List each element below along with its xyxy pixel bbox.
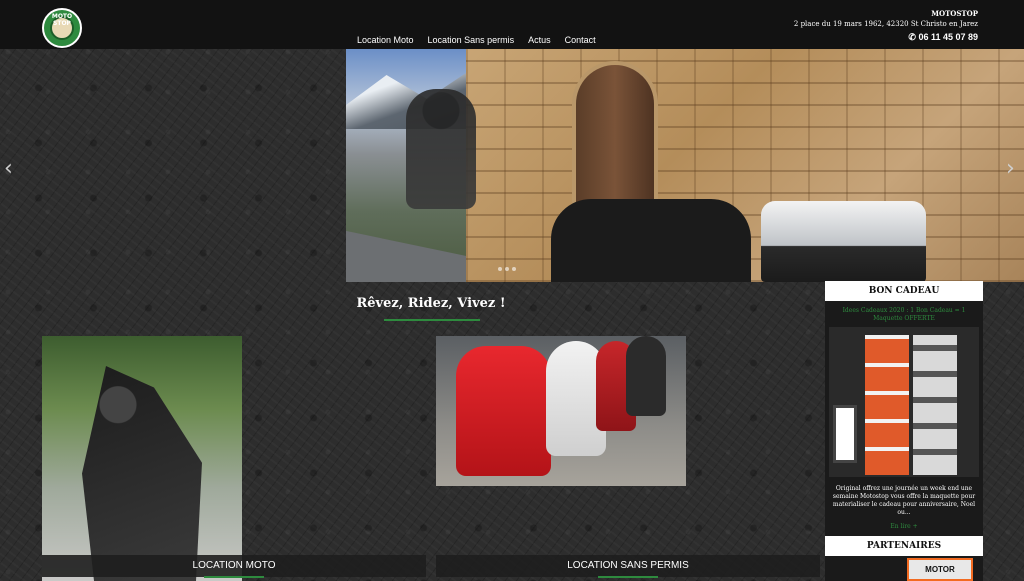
gift-heading: BON CADEAU <box>825 281 983 301</box>
contact-phone[interactable]: ✆ 06 11 45 07 89 <box>794 32 978 43</box>
card-location-moto-image[interactable] <box>42 336 242 581</box>
gift-article-link[interactable]: Idees Cadeaux 2020 : 1 Bon Cadeau = 1 Ma… <box>829 307 979 323</box>
motorcycle-photo <box>82 366 202 581</box>
card-location-sans-permis-image[interactable] <box>436 336 686 486</box>
title-underline <box>384 319 480 321</box>
phone-icon: ✆ <box>908 32 916 42</box>
slide-motorcycle <box>551 199 751 282</box>
phone-number: 06 11 45 07 89 <box>918 32 978 42</box>
slider-next-button[interactable]: › <box>1006 156 1015 181</box>
partner-logo[interactable]: MOTOR <box>907 558 973 581</box>
model-shelf-right <box>913 335 957 475</box>
site-logo[interactable]: MOTO STOP <box>42 8 82 48</box>
red-scooter <box>456 346 551 476</box>
gift-read-more-link[interactable]: En lire + <box>825 523 983 530</box>
slider-dots <box>498 267 516 271</box>
main-nav: Location Moto Location Sans permis Actus… <box>357 35 596 45</box>
slider-prev-button[interactable]: ‹ <box>4 156 13 181</box>
slide-rider <box>406 89 476 209</box>
site-header: MOTO STOP Location Moto Location Sans pe… <box>0 0 1024 49</box>
hero-slider <box>346 49 1024 282</box>
contact-block: MOTOSTOP 2 place du 19 mars 1962, 42320 … <box>794 8 978 43</box>
sidebar-gift: BON CADEAU Idees Cadeaux 2020 : 1 Bon Ca… <box>825 281 983 540</box>
slider-dot-3[interactable] <box>512 267 516 271</box>
nav-item-location-sans-permis[interactable]: Location Sans permis <box>428 35 515 45</box>
slider-dot-1[interactable] <box>498 267 502 271</box>
page-title: Rêvez, Ridez, Vivez ! <box>356 296 506 311</box>
card-label-location-moto[interactable]: LOCATION MOTO <box>42 555 426 578</box>
logo-text: MOTO STOP <box>51 13 73 27</box>
model-shelf-left <box>865 335 909 475</box>
gift-image[interactable] <box>829 327 979 477</box>
slide-top-case <box>761 201 926 282</box>
contact-brand: MOTOSTOP <box>931 9 978 18</box>
photo-frame <box>833 405 857 463</box>
slider-dot-2[interactable] <box>505 267 509 271</box>
gift-excerpt: Original offrez une journée un week end … <box>832 485 976 516</box>
nav-item-actus[interactable]: Actus <box>528 35 551 45</box>
contact-address: 2 place du 19 mars 1962, 42320 St Christ… <box>793 20 978 28</box>
sidebar-partners: PARTENAIRES MOTOR <box>825 536 983 581</box>
black-scooter <box>626 336 666 416</box>
partners-heading: PARTENAIRES <box>825 536 983 556</box>
card-label-location-sans-permis[interactable]: LOCATION SANS PERMIS <box>436 555 820 578</box>
nav-item-contact[interactable]: Contact <box>565 35 596 45</box>
nav-item-location-moto[interactable]: Location Moto <box>357 35 414 45</box>
